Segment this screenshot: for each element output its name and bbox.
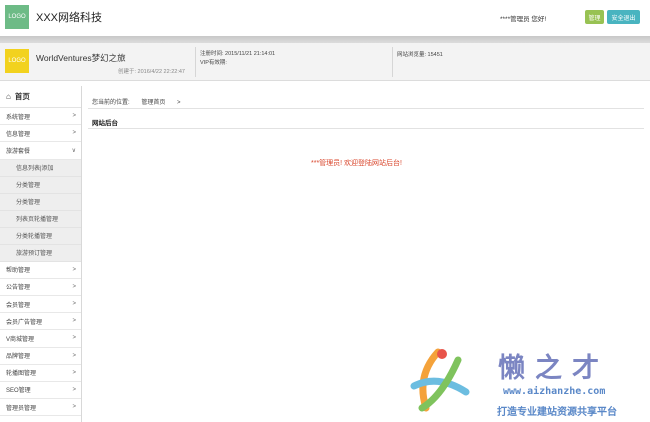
sidebar-subitem[interactable]: 旅游预订管理 <box>0 244 81 262</box>
chevron-right-icon: > <box>72 318 76 325</box>
top-header: LOGO XXX网络科技 ****管理员 您好! 管理 安全退出 <box>0 0 650 36</box>
sidebar-item[interactable]: 会员广告管理 > <box>0 313 81 331</box>
home-icon: ⌂ <box>6 92 11 101</box>
company-name: XXX网络科技 <box>36 12 103 24</box>
chevron-right-icon: > <box>72 352 76 359</box>
chevron-right-icon: > <box>72 404 76 411</box>
company-logo[interactable]: LOGO <box>5 5 29 29</box>
sidebar-item[interactable]: V商城管理 > <box>0 330 81 348</box>
sidebar-item-label: 列表页轮播管理 <box>16 217 59 224</box>
site-created-date: 创建于: 2016/4/22 22:22:47 <box>118 69 185 75</box>
sidebar-item-home[interactable]: ⌂ 首页 <box>0 86 81 108</box>
register-time: 注册时间: 2015/11/21 21:14:01 <box>200 51 276 57</box>
watermark-logo-icon <box>410 348 470 412</box>
sidebar-item-label: 系统管理 <box>6 114 31 121</box>
site-name: WorldVentures梦幻之旅 <box>36 53 126 63</box>
vip-expiry: VIP有效期: <box>200 60 227 66</box>
chevron-right-icon: > <box>72 130 76 137</box>
chevron-right-icon: > <box>72 386 76 393</box>
sidebar-item-label: 旅游预订管理 <box>16 251 53 258</box>
manage-button[interactable]: 管理 <box>585 10 604 24</box>
chevron-right-icon: > <box>72 335 76 342</box>
breadcrumb-label: 您当前的位置: <box>92 100 130 106</box>
panel-divider <box>88 128 644 129</box>
sidebar-item[interactable]: 管理员管理 > <box>0 399 81 417</box>
header-divider-bar <box>0 36 650 43</box>
sidebar-item-label: 信息列表|添加 <box>16 166 54 173</box>
sidebar-item[interactable]: 品牌管理 > <box>0 348 81 365</box>
sidebar-nav: ⌂ 首页 系统管理 > 信息管理 > 旅游套餐 ∨ 信息列表|添加 分类管理 分类管理 列表页轮… <box>0 86 82 422</box>
sidebar-subitem[interactable]: 信息列表|添加 <box>0 159 81 177</box>
chevron-right-icon: > <box>72 283 76 290</box>
sidebar-home-label: 首页 <box>14 92 30 101</box>
watermark-tagline: 打造专业建站资源共享平台 <box>497 407 617 418</box>
sidebar-item-label: 品牌管理 <box>6 354 31 361</box>
info-divider <box>392 47 393 77</box>
chevron-right-icon: > <box>72 301 76 308</box>
sidebar-item-label: 信息管理 <box>6 131 31 138</box>
welcome-message: ***管理员! 欢迎登陆网站后台! <box>311 160 403 167</box>
chevron-right-icon: > <box>72 369 76 376</box>
sidebar-item[interactable]: 系统管理 > <box>0 108 81 126</box>
sidebar-item-label: 会员广告管理 <box>6 319 43 326</box>
site-logo: LOGO <box>5 49 29 73</box>
sidebar-item-label: 分类管理 <box>16 183 41 190</box>
logout-button[interactable]: 安全退出 <box>607 10 640 24</box>
sidebar-item[interactable]: 公告管理 > <box>0 279 81 296</box>
breadcrumb-link-home[interactable]: 管理首页 <box>141 100 165 106</box>
breadcrumb-separator: > <box>177 100 181 106</box>
sidebar-item-label: 会员管理 <box>6 302 31 309</box>
chevron-right-icon: > <box>72 113 76 120</box>
sidebar-subitem[interactable]: 分类管理 <box>0 176 81 194</box>
registration-info: 注册时间: 2015/11/21 21:14:01 VIP有效期: <box>200 50 275 68</box>
info-divider <box>195 47 196 77</box>
sidebar-item[interactable]: 帮助管理 > <box>0 262 81 279</box>
sidebar-item-label: V商城管理 <box>6 336 35 343</box>
sidebar-item-label: 公告管理 <box>6 285 31 292</box>
sidebar-item-label: 分类管理 <box>16 200 41 207</box>
sidebar-item-label: SEO管理 <box>6 388 31 395</box>
sidebar-item-label: 帮助管理 <box>6 268 31 275</box>
sidebar-subitem[interactable]: 分类轮播管理 <box>0 227 81 245</box>
sidebar-item[interactable]: 会员管理 > <box>0 296 81 314</box>
watermark-brand: 懒之才 <box>498 353 609 384</box>
chevron-right-icon: > <box>72 266 76 273</box>
sidebar-item[interactable]: 轮播图管理 > <box>0 365 81 382</box>
chevron-down-icon: ∨ <box>71 147 76 154</box>
watermark-url: www.aizhanzhe.com <box>503 386 606 397</box>
site-info-strip: LOGO WorldVentures梦幻之旅 创建于: 2016/4/22 22… <box>0 43 650 81</box>
sidebar-item-label: 旅游套餐 <box>6 148 31 155</box>
sidebar-item-label: 轮播图管理 <box>6 371 37 378</box>
sidebar-item[interactable]: SEO管理 > <box>0 382 81 400</box>
site-visit-count: 网站浏览量: 15451 <box>397 52 443 58</box>
user-greeting: ****管理员 您好! <box>500 16 547 23</box>
sidebar-item[interactable]: 信息管理 > <box>0 125 81 143</box>
sidebar-item[interactable]: 旅游套餐 ∨ <box>0 142 81 160</box>
sidebar-item-label: 管理员管理 <box>6 405 37 412</box>
breadcrumb-divider <box>88 108 644 109</box>
breadcrumb: 您当前的位置: 管理首页 > <box>92 97 191 106</box>
sidebar-subitem[interactable]: 分类管理 <box>0 193 81 211</box>
panel-title: 网站后台 <box>92 120 118 127</box>
sidebar-item-label: 分类轮播管理 <box>16 234 53 241</box>
sidebar-subitem[interactable]: 列表页轮播管理 <box>0 210 81 228</box>
